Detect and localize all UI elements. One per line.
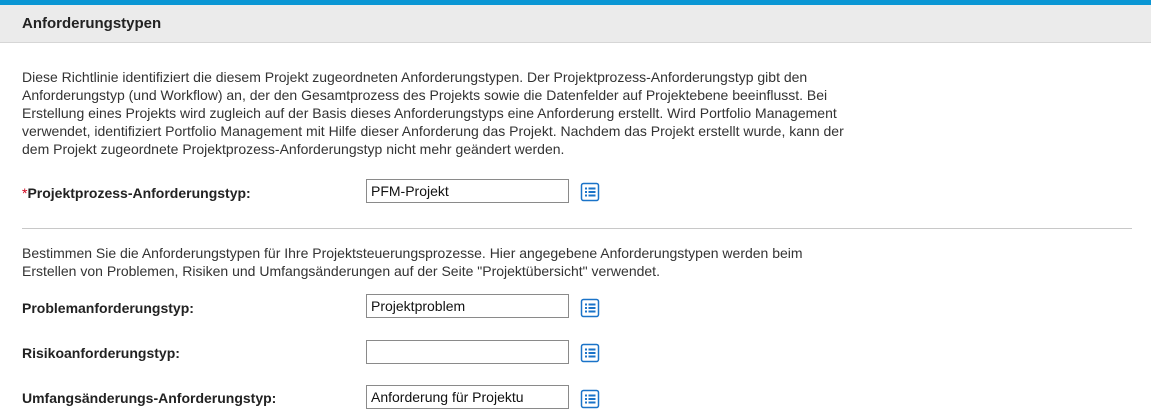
intro-line: verwendet, identifiziert Portfolio Manag… [22,123,844,139]
project-process-label-text: Projektprozess-Anforderungstyp: [27,185,251,201]
intro-line: Diese Richtlinie identifiziert die diese… [22,69,808,85]
problem-input[interactable]: Projektproblem [366,294,569,318]
control-line: Bestimmen Sie die Anforderungstypen für … [22,245,803,261]
project-process-input[interactable]: PFM-Projekt [366,179,569,203]
list-icon[interactable] [580,298,600,318]
intro-line: Anforderungstyp (und Workflow) an, der d… [22,87,828,103]
section-title: Anforderungstypen [22,15,162,32]
risk-label: Risikoanforderungstyp: [22,345,180,361]
intro-line: Erstellung eines Projekts wird zugleich … [22,105,837,121]
request-types-panel: Anforderungstypen Diese Richtlinie ident… [0,0,1151,417]
scope-change-input[interactable]: Anforderung für Projektu [366,385,569,409]
risk-input[interactable] [366,340,569,364]
control-line: Erstellen von Problemen, Risiken und Umf… [22,263,660,279]
project-process-label: *Projektprozess-Anforderungstyp: [22,185,251,201]
section-divider [22,228,1132,229]
intro-description: Diese Richtlinie identifiziert die diese… [22,68,1132,158]
list-icon[interactable] [580,389,600,409]
list-icon[interactable] [580,182,600,202]
section-header: Anforderungstypen [0,5,1151,43]
control-description: Bestimmen Sie die Anforderungstypen für … [22,244,1132,280]
scope-change-label: Umfangsänderungs-Anforderungstyp: [22,390,277,406]
intro-line: dem Projekt zugeordnete Projektprozess-A… [22,141,565,157]
list-icon[interactable] [580,343,600,363]
problem-label: Problemanforderungstyp: [22,300,194,316]
